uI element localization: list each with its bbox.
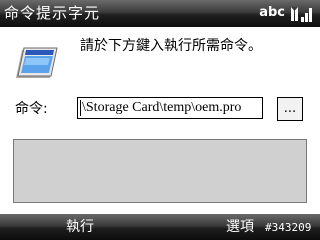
softkey-bar: 執行 選項 #343209 — [0, 214, 320, 240]
run-softkey[interactable]: 執行 — [66, 218, 94, 236]
window-title: 命令提示字元 — [4, 4, 101, 22]
title-bar: 命令提示字元 abc — [0, 0, 320, 27]
program-window-icon — [16, 47, 58, 78]
browse-button[interactable]: ... — [277, 97, 303, 121]
command-input[interactable] — [77, 97, 263, 119]
options-softkey[interactable]: 選項 — [226, 218, 254, 236]
command-label: 命令: — [15, 101, 48, 117]
input-mode-indicator[interactable]: abc — [259, 5, 285, 21]
watermark-label: #343209 — [265, 221, 312, 234]
text-cursor — [80, 100, 81, 116]
signal-strength-icon[interactable] — [291, 5, 315, 23]
output-area — [13, 139, 307, 203]
instruction-text: 請於下方鍵入執行所需命令。 — [80, 38, 262, 54]
